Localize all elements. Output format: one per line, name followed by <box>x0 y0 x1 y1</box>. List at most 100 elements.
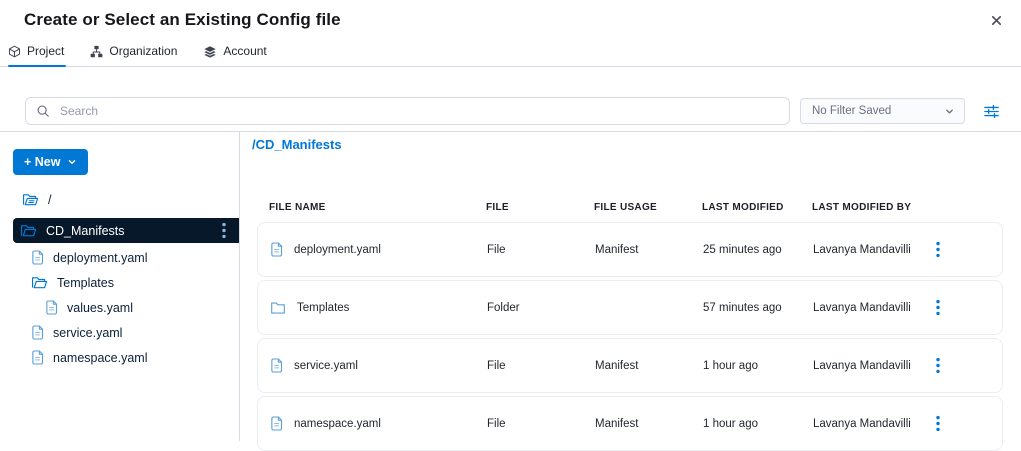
file-name-label: Templates <box>297 302 349 314</box>
tab-label: Project <box>27 44 64 58</box>
file-table: FILE NAME FILE FILE USAGE LAST MODIFIED … <box>257 202 1003 451</box>
tree-node-deployment-yaml[interactable]: deployment.yaml <box>0 245 239 270</box>
content-area: + New /CD_Manifestsdeployment.yamlTempla… <box>0 132 1021 441</box>
kebab-icon <box>222 227 226 242</box>
last-modified-by-cell: Lavanya Mandavilli <box>813 418 923 430</box>
table-row[interactable]: deployment.yaml FileManifest25 minutes ag… <box>257 222 1003 277</box>
file-icon <box>31 350 44 365</box>
breadcrumb[interactable]: /CD_Manifests <box>252 137 1021 152</box>
file-type-cell: File <box>487 418 595 430</box>
tree-node-label: / <box>48 193 51 207</box>
new-button[interactable]: + New <box>13 149 88 175</box>
open-folder-icon <box>31 275 48 290</box>
table-body: deployment.yamlFileManifest25 minutes ag… <box>257 222 1003 451</box>
row-menu-button[interactable] <box>923 355 953 376</box>
search-input[interactable] <box>58 103 779 119</box>
tree-node-values-yaml[interactable]: values.yaml <box>0 295 239 320</box>
file-icon <box>270 416 283 431</box>
row-menu-button[interactable] <box>923 413 953 434</box>
tab-organization[interactable]: Organization <box>90 44 179 66</box>
new-button-label: + New <box>24 155 60 169</box>
row-menu-button[interactable] <box>923 239 953 260</box>
tree-node-label: Templates <box>57 276 114 290</box>
file-usage-cell: Manifest <box>595 418 703 430</box>
tree-node-service-yaml[interactable]: service.yaml <box>0 320 239 345</box>
close-button[interactable] <box>986 10 1007 31</box>
file-type-cell: File <box>487 244 595 256</box>
file-usage-cell: Manifest <box>595 360 703 372</box>
file-name-label: service.yaml <box>294 360 358 372</box>
file-name-label: namespace.yaml <box>294 418 381 430</box>
last-modified-by-cell: Lavanya Mandavilli <box>813 302 923 314</box>
column-header-file-usage: FILE USAGE <box>594 202 702 213</box>
tab-label: Organization <box>109 44 177 58</box>
filter-bar: No Filter Saved <box>25 97 1001 125</box>
table-row[interactable]: namespace.yaml FileManifest1 hour agoLava… <box>257 396 1003 451</box>
tab-account[interactable]: Account <box>203 44 268 66</box>
tree-node-cd-manifests[interactable]: CD_Manifests <box>13 218 239 243</box>
modal-header: Create or Select an Existing Config file <box>0 0 1021 31</box>
table-row[interactable]: service.yaml FileManifest1 hour agoLavany… <box>257 338 1003 393</box>
layers-icon <box>203 45 217 58</box>
file-icon <box>31 250 44 265</box>
kebab-icon <box>936 246 940 261</box>
file-browser-panel: /CD_Manifests FILE NAME FILE FILE USAGE … <box>240 132 1021 441</box>
table-row[interactable]: Templates Folder 57 minutes agoLavanya Man… <box>257 280 1003 335</box>
kebab-icon <box>936 420 940 435</box>
last-modified-cell: 1 hour ago <box>703 418 813 430</box>
hierarchy-icon <box>90 45 103 58</box>
column-header-file-name: FILE NAME <box>269 202 486 213</box>
last-modified-cell: 25 minutes ago <box>703 244 813 256</box>
table-header-row: FILE NAME FILE FILE USAGE LAST MODIFIED … <box>257 202 1003 213</box>
last-modified-by-cell: Lavanya Mandavilli <box>813 244 923 256</box>
row-menu-button[interactable] <box>923 297 953 318</box>
tree-node-templates[interactable]: Templates <box>0 270 239 295</box>
filter-dropdown-value: No Filter Saved <box>812 105 891 117</box>
search-icon <box>36 104 50 118</box>
tree-node-label: namespace.yaml <box>53 351 148 365</box>
file-usage-cell: Manifest <box>595 244 703 256</box>
file-name-label: deployment.yaml <box>294 244 381 256</box>
last-modified-cell: 57 minutes ago <box>703 302 813 314</box>
filter-dropdown[interactable]: No Filter Saved <box>800 98 965 124</box>
sliders-icon <box>983 108 1000 123</box>
file-tree-sidebar: + New / CD_Manifests deployment.yaml Templa… <box>0 132 240 441</box>
search-box <box>25 97 790 125</box>
file-name-cell: deployment.yaml <box>270 242 487 257</box>
tree-node-label: values.yaml <box>67 301 133 315</box>
chevron-down-icon <box>944 106 955 117</box>
column-header-last-modified: LAST MODIFIED <box>702 202 812 213</box>
tree-node-label: deployment.yaml <box>53 251 148 265</box>
last-modified-cell: 1 hour ago <box>703 360 813 372</box>
last-modified-by-cell: Lavanya Mandavilli <box>813 360 923 372</box>
page-title: Create or Select an Existing Config file <box>24 10 341 30</box>
file-tree: / CD_Manifests deployment.yaml Templates val… <box>0 187 239 370</box>
file-icon <box>45 300 58 315</box>
tree-node-menu-button[interactable] <box>218 220 230 241</box>
tree-node-label: CD_Manifests <box>46 224 125 238</box>
tab-label: Account <box>223 44 266 58</box>
kebab-icon <box>936 362 940 377</box>
tab-bar: Project Organization Account <box>0 44 1021 67</box>
filter-settings-button[interactable] <box>981 101 1002 122</box>
file-type-cell: Folder <box>487 302 595 314</box>
kebab-icon <box>936 304 940 319</box>
tree-node-root[interactable]: / <box>0 187 239 212</box>
tab-project[interactable]: Project <box>8 44 66 66</box>
tree-node-namespace-yaml[interactable]: namespace.yaml <box>0 345 239 370</box>
cube-icon <box>8 45 21 58</box>
root-folder-icon <box>22 192 39 207</box>
file-name-cell: namespace.yaml <box>270 416 487 431</box>
column-header-last-modified-by: LAST MODIFIED BY <box>812 202 922 213</box>
open-folder-icon <box>20 223 37 238</box>
file-type-cell: File <box>487 360 595 372</box>
file-name-cell: Templates <box>270 301 487 315</box>
chevron-down-icon <box>67 157 77 167</box>
file-icon <box>31 325 44 340</box>
file-icon <box>270 242 283 257</box>
file-icon <box>270 358 283 373</box>
folder-table-icon <box>270 301 286 315</box>
file-name-cell: service.yaml <box>270 358 487 373</box>
close-icon <box>990 15 1003 30</box>
column-header-file: FILE <box>486 202 594 213</box>
